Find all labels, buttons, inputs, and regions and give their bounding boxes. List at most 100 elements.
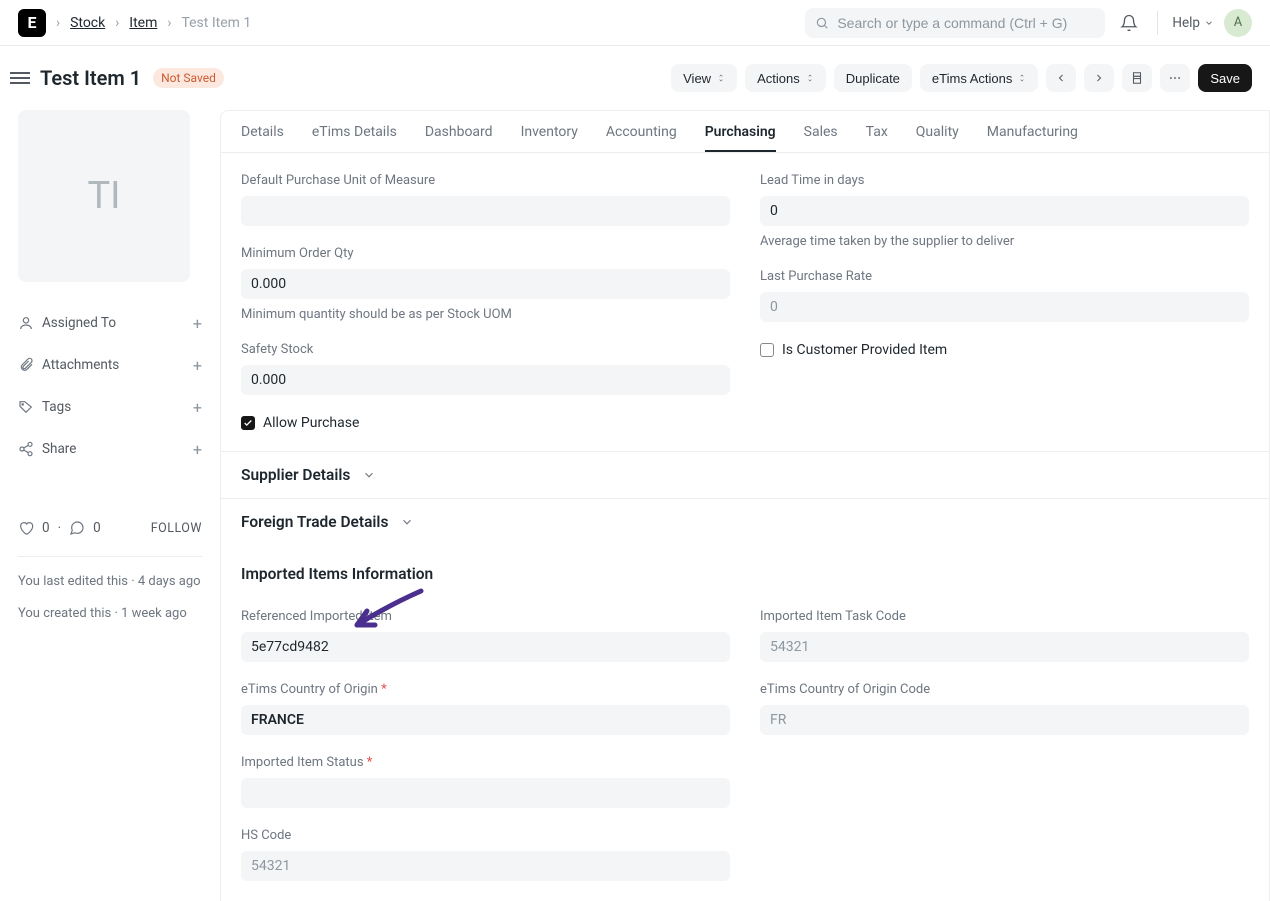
next-button[interactable]	[1084, 64, 1114, 92]
breadcrumb-item[interactable]: Item	[129, 15, 157, 31]
field-input[interactable]	[241, 778, 730, 808]
field-input: 0	[760, 292, 1249, 322]
chevron-right-icon: ›	[56, 15, 60, 31]
sidebar-item-label: Attachments	[42, 357, 119, 373]
field-input[interactable]: FRANCE	[241, 705, 730, 735]
sidebar-item-label: Assigned To	[42, 315, 116, 331]
field-input[interactable]: 0.000	[241, 365, 730, 395]
printer-icon	[1130, 71, 1144, 85]
attachment-icon	[18, 357, 34, 373]
comment-icon[interactable]	[69, 520, 85, 536]
field-customer-provided[interactable]: Is Customer Provided Item	[760, 342, 1249, 358]
share-icon	[18, 441, 34, 457]
help-label: Help	[1172, 15, 1200, 31]
field-country-code: eTims Country of Origin Code FR	[760, 682, 1249, 735]
search-icon	[815, 16, 829, 30]
select-icon	[806, 72, 814, 84]
sidebar-item-label: Share	[42, 441, 76, 457]
actions-button[interactable]: Actions	[745, 64, 826, 92]
field-label: Referenced Imported Item	[241, 609, 730, 624]
assigned-icon	[18, 315, 34, 331]
tabs: Details eTims Details Dashboard Inventor…	[221, 111, 1269, 153]
tab-inventory[interactable]: Inventory	[521, 124, 578, 152]
field-input[interactable]	[241, 196, 730, 226]
sidebar-share[interactable]: Share +	[18, 428, 202, 470]
section-supplier-details[interactable]: Supplier Details	[221, 451, 1269, 498]
field-hs-code: HS Code 54321	[241, 828, 730, 881]
field-input[interactable]: 0	[760, 196, 1249, 226]
duplicate-button[interactable]: Duplicate	[834, 64, 912, 92]
app-logo[interactable]: E	[18, 9, 46, 37]
etims-actions-label: eTims Actions	[932, 71, 1012, 86]
more-button[interactable]	[1160, 64, 1190, 92]
plus-icon[interactable]: +	[193, 398, 202, 417]
heart-icon[interactable]	[18, 520, 34, 536]
more-icon	[1168, 71, 1182, 85]
tag-icon	[18, 399, 34, 415]
chevron-down-icon	[1204, 18, 1214, 28]
field-label: Default Purchase Unit of Measure	[241, 173, 730, 188]
plus-icon[interactable]: +	[193, 440, 202, 459]
sidebar-item-label: Tags	[42, 399, 71, 415]
sidebar-toggle[interactable]	[10, 68, 30, 88]
plus-icon[interactable]: +	[193, 314, 202, 333]
tab-quality[interactable]: Quality	[916, 124, 959, 152]
view-button[interactable]: View	[671, 64, 737, 92]
field-country-origin: eTims Country of Origin * FRANCE	[241, 682, 730, 735]
etims-actions-button[interactable]: eTims Actions	[920, 64, 1038, 92]
field-label: Last Purchase Rate	[760, 269, 1249, 284]
chevron-left-icon	[1055, 72, 1067, 84]
actions-label: Actions	[757, 71, 800, 86]
field-label: HS Code	[241, 828, 730, 843]
sidebar-tags[interactable]: Tags +	[18, 386, 202, 428]
tab-details[interactable]: Details	[241, 124, 284, 152]
sidebar-attachments[interactable]: Attachments +	[18, 344, 202, 386]
section-imported-info: Imported Items Information	[241, 561, 1249, 583]
field-label: Safety Stock	[241, 342, 730, 357]
field-label: eTims Country of Origin *	[241, 682, 730, 697]
meta-created: You created this · 1 week ago	[18, 605, 202, 623]
search-input[interactable]	[837, 15, 1095, 31]
select-icon	[717, 72, 725, 84]
field-input: 54321	[760, 632, 1249, 662]
comments-count: 0	[93, 520, 101, 536]
section-title: Foreign Trade Details	[241, 513, 388, 531]
save-button[interactable]: Save	[1198, 64, 1252, 92]
tab-sales[interactable]: Sales	[804, 124, 838, 152]
field-allow-purchase[interactable]: Allow Purchase	[241, 415, 730, 431]
user-avatar[interactable]: A	[1224, 9, 1252, 37]
field-help: Average time taken by the supplier to de…	[760, 234, 1249, 249]
chevron-down-icon	[362, 468, 376, 482]
tab-etims-details[interactable]: eTims Details	[312, 124, 397, 152]
tab-dashboard[interactable]: Dashboard	[425, 124, 493, 152]
page-header: Test Item 1 Not Saved View Actions Dupli…	[0, 46, 1270, 110]
plus-icon[interactable]: +	[193, 356, 202, 375]
global-search[interactable]	[805, 8, 1105, 38]
print-button[interactable]	[1122, 64, 1152, 92]
section-foreign-trade[interactable]: Foreign Trade Details	[221, 498, 1269, 545]
field-safety-stock: Safety Stock 0.000	[241, 342, 730, 395]
chevron-right-icon	[1093, 72, 1105, 84]
field-help: Minimum quantity should be as per Stock …	[241, 307, 730, 322]
checkbox-icon	[760, 343, 774, 357]
prev-button[interactable]	[1046, 64, 1076, 92]
field-input[interactable]: 0.000	[241, 269, 730, 299]
tab-accounting[interactable]: Accounting	[606, 124, 677, 152]
field-min-order-qty: Minimum Order Qty 0.000 Minimum quantity…	[241, 246, 730, 322]
tab-tax[interactable]: Tax	[866, 124, 888, 152]
help-menu[interactable]: Help	[1157, 11, 1214, 35]
item-image-placeholder[interactable]: TI	[18, 110, 190, 282]
tab-manufacturing[interactable]: Manufacturing	[987, 124, 1078, 152]
field-lead-time: Lead Time in days 0 Average time taken b…	[760, 173, 1249, 249]
checkbox-label: Allow Purchase	[263, 415, 359, 431]
breadcrumb-stock[interactable]: Stock	[70, 15, 105, 31]
bell-icon	[1120, 14, 1138, 32]
topbar: E › Stock › Item › Test Item 1 Help A	[0, 0, 1270, 46]
notifications-button[interactable]	[1115, 9, 1143, 37]
follow-button[interactable]: FOLLOW	[151, 521, 202, 536]
tab-purchasing[interactable]: Purchasing	[705, 124, 776, 152]
field-label: eTims Country of Origin Code	[760, 682, 1249, 697]
select-icon	[1018, 72, 1026, 84]
field-input[interactable]: 5e77cd9482	[241, 632, 730, 662]
sidebar-assigned-to[interactable]: Assigned To +	[18, 302, 202, 344]
